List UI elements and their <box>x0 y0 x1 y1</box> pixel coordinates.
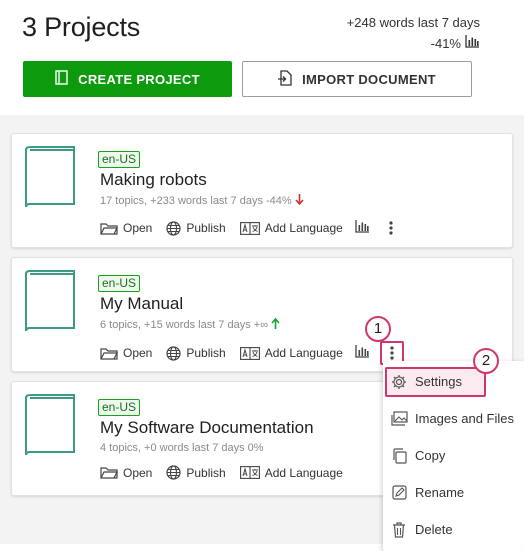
project-meta-text: 6 topics, +15 words last 7 days +∞ <box>100 319 269 331</box>
rename-label: Rename <box>415 485 465 500</box>
project-meta-text: 17 topics, +233 words last 7 days -44% <box>100 195 292 207</box>
project-meta: 4 topics, +0 words last 7 days 0% <box>100 442 264 454</box>
project-card[interactable]: en-US My Manual 6 topics, +15 words last… <box>11 257 513 372</box>
callout-badge-1: 1 <box>365 316 391 342</box>
menu-item-settings[interactable]: Settings <box>383 363 524 400</box>
book-icon <box>24 146 76 209</box>
book-icon <box>24 270 76 333</box>
project-actions: Open Publish Add Language <box>100 217 402 239</box>
percent-stat: -41% <box>430 36 461 51</box>
translate-icon <box>239 221 260 235</box>
arrow-up-icon <box>271 317 280 332</box>
stats: +248 words last 7 days -41% <box>347 12 480 54</box>
folder-icon <box>100 222 118 235</box>
publish-label: Publish <box>186 346 226 360</box>
project-name[interactable]: Making robots <box>100 170 207 190</box>
add-language-label: Add Language <box>264 465 343 480</box>
image-icon <box>383 411 415 426</box>
more-options-button[interactable] <box>380 217 402 239</box>
translate-icon <box>239 466 260 479</box>
page-header: 3 Projects +248 words last 7 days -41% C… <box>0 0 524 116</box>
project-actions: Open Publish Add Language <box>100 341 404 365</box>
words-stat: +248 words last 7 days <box>346 15 480 30</box>
create-project-label: CREATE PROJECT <box>78 71 200 87</box>
settings-label: Settings <box>415 374 462 389</box>
import-document-label: IMPORT DOCUMENT <box>302 71 436 87</box>
edit-icon <box>383 485 415 500</box>
chart-icon[interactable] <box>355 345 370 361</box>
trash-icon <box>383 521 415 538</box>
add-language-action[interactable]: Add Language <box>239 346 343 360</box>
publish-label: Publish <box>186 221 226 235</box>
language-badge: en-US <box>98 275 141 292</box>
publish-label: Publish <box>186 465 226 480</box>
publish-action[interactable]: Publish <box>166 345 226 361</box>
add-language-label: Add Language <box>264 346 343 360</box>
globe-icon <box>166 220 181 236</box>
percent-stat-row: -41% <box>431 33 480 54</box>
folder-icon <box>100 347 118 360</box>
project-actions: Open Publish Add Language <box>100 465 357 480</box>
project-meta: 17 topics, +233 words last 7 days -44% <box>100 194 304 208</box>
copy-icon <box>383 447 415 464</box>
page-title: 3 Projects <box>22 12 141 42</box>
open-label: Open <box>123 346 153 360</box>
import-document-button[interactable]: IMPORT DOCUMENT <box>242 61 472 97</box>
publish-action[interactable]: Publish <box>166 465 226 480</box>
open-label: Open <box>123 465 153 480</box>
menu-item-rename[interactable]: Rename <box>383 474 524 511</box>
gear-icon <box>383 374 415 390</box>
publish-action[interactable]: Publish <box>166 220 226 236</box>
copy-label: Copy <box>415 448 446 463</box>
images-label: Images and Files <box>415 411 514 426</box>
open-action[interactable]: Open <box>100 346 152 360</box>
globe-icon <box>166 465 181 480</box>
translate-icon <box>239 346 260 360</box>
file-import-icon <box>278 69 292 89</box>
callout-badge-2: 2 <box>473 348 499 374</box>
chart-icon[interactable] <box>355 220 370 236</box>
arrow-down-icon <box>295 194 304 208</box>
project-name[interactable]: My Manual <box>100 294 183 314</box>
book-icon <box>55 70 68 88</box>
create-project-button[interactable]: CREATE PROJECT <box>23 61 232 97</box>
book-icon <box>24 394 76 457</box>
delete-label: Delete <box>415 522 453 537</box>
open-label: Open <box>123 221 153 235</box>
language-badge: en-US <box>98 151 141 168</box>
language-badge: en-US <box>98 399 141 416</box>
add-language-action[interactable]: Add Language <box>239 221 343 235</box>
globe-icon <box>166 345 181 361</box>
add-language-label: Add Language <box>264 221 343 235</box>
project-name[interactable]: My Software Documentation <box>100 418 314 438</box>
chart-icon[interactable] <box>465 33 480 54</box>
menu-item-copy[interactable]: Copy <box>383 437 524 474</box>
menu-item-delete[interactable]: Delete <box>383 511 524 548</box>
folder-icon <box>100 466 118 479</box>
open-action[interactable]: Open <box>100 221 152 235</box>
project-context-menu: Settings Images and Files Copy Rename De… <box>383 361 524 551</box>
project-card[interactable]: en-US Making robots 17 topics, +233 word… <box>11 133 513 248</box>
add-language-action[interactable]: Add Language <box>239 465 343 480</box>
menu-item-images[interactable]: Images and Files <box>383 400 524 437</box>
project-meta: 6 topics, +15 words last 7 days +∞ <box>100 317 280 332</box>
open-action[interactable]: Open <box>100 466 152 480</box>
project-meta-text: 4 topics, +0 words last 7 days 0% <box>100 442 264 454</box>
